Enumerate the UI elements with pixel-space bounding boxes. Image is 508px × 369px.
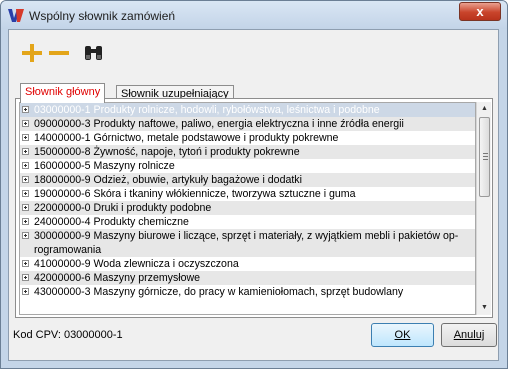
tree-row[interactable]: 03000000-1 Produkty rolnicze, hodowli, r… [20, 103, 475, 117]
expand-icon[interactable] [22, 274, 29, 281]
tab-panel: 03000000-1 Produkty rolnicze, hodowli, r… [15, 98, 493, 318]
expand-icon[interactable] [22, 190, 29, 197]
tree-row[interactable]: 18000000-9 Odzież, obuwie, artykuły baga… [20, 173, 475, 187]
expand-icon[interactable] [22, 260, 29, 267]
expand-icon[interactable] [22, 134, 29, 141]
expand-icon[interactable] [22, 106, 29, 113]
tree-row[interactable]: 41000000-9 Woda zlewnicza i oczyszczona [20, 257, 475, 271]
expand-icon[interactable] [22, 148, 29, 155]
client-area: Słownik główny Słownik uzupełniający 030… [8, 29, 499, 361]
tree-row[interactable]: 22000000-0 Druki i produkty podobne [20, 201, 475, 215]
window-title: Wspólny słownik zamówień [29, 9, 176, 23]
expand-icon[interactable] [22, 288, 29, 295]
vertical-scrollbar[interactable]: ▲ ▼ [476, 102, 491, 315]
tree-row[interactable]: 16000000-5 Maszyny rolnicze [20, 159, 475, 173]
tab-bar: Słownik główny Słownik uzupełniający [9, 78, 500, 103]
scroll-thumb[interactable] [479, 117, 490, 197]
tree-row[interactable]: 30000000-9 Maszyny biurowe i liczące, sp… [20, 229, 475, 243]
binoculars-icon[interactable] [82, 42, 106, 64]
tree-row[interactable]: 19000000-6 Skóra i tkaniny włókiennicze,… [20, 187, 475, 201]
scroll-down-icon[interactable]: ▼ [477, 301, 492, 315]
tree-row-continuation[interactable]: rogramowania [20, 243, 475, 257]
tree-row[interactable]: 43000000-3 Maszyny górnicze, do pracy w … [20, 285, 475, 299]
expand-icon[interactable] [22, 204, 29, 211]
title-bar: Wspólny słownik zamówień x [1, 1, 507, 29]
tree-row[interactable]: 24000000-4 Produkty chemiczne [20, 215, 475, 229]
tab-main-dictionary[interactable]: Słownik główny [20, 83, 106, 103]
expand-icon[interactable] [22, 232, 29, 239]
close-button[interactable]: x [459, 2, 501, 21]
cpv-code-status: Kod CPV: 03000000-1 [13, 329, 123, 341]
ok-button[interactable]: OK [371, 323, 434, 347]
grip-icon [483, 153, 488, 160]
plus-icon[interactable] [20, 42, 44, 64]
expand-icon[interactable] [22, 162, 29, 169]
scroll-up-icon[interactable]: ▲ [477, 102, 492, 116]
tree-row[interactable]: 42000000-6 Maszyny przemysłowe [20, 271, 475, 285]
app-logo-icon [8, 9, 24, 22]
expand-icon[interactable] [22, 120, 29, 127]
dictionary-window: Wspólny słownik zamówień x Słownik główn… [0, 0, 508, 369]
cpv-tree[interactable]: 03000000-1 Produkty rolnicze, hodowli, r… [19, 102, 476, 315]
tree-row[interactable]: 09000000-3 Produkty naftowe, paliwo, ene… [20, 117, 475, 131]
tree-row[interactable]: 14000000-1 Górnictwo, metale podstawowe … [20, 131, 475, 145]
expand-icon[interactable] [22, 218, 29, 225]
cancel-button[interactable]: Anuluj [441, 323, 497, 347]
tree-row[interactable]: 15000000-8 Żywność, napoje, tytoń i prod… [20, 145, 475, 159]
minus-icon[interactable] [47, 42, 71, 64]
expand-icon[interactable] [22, 176, 29, 183]
